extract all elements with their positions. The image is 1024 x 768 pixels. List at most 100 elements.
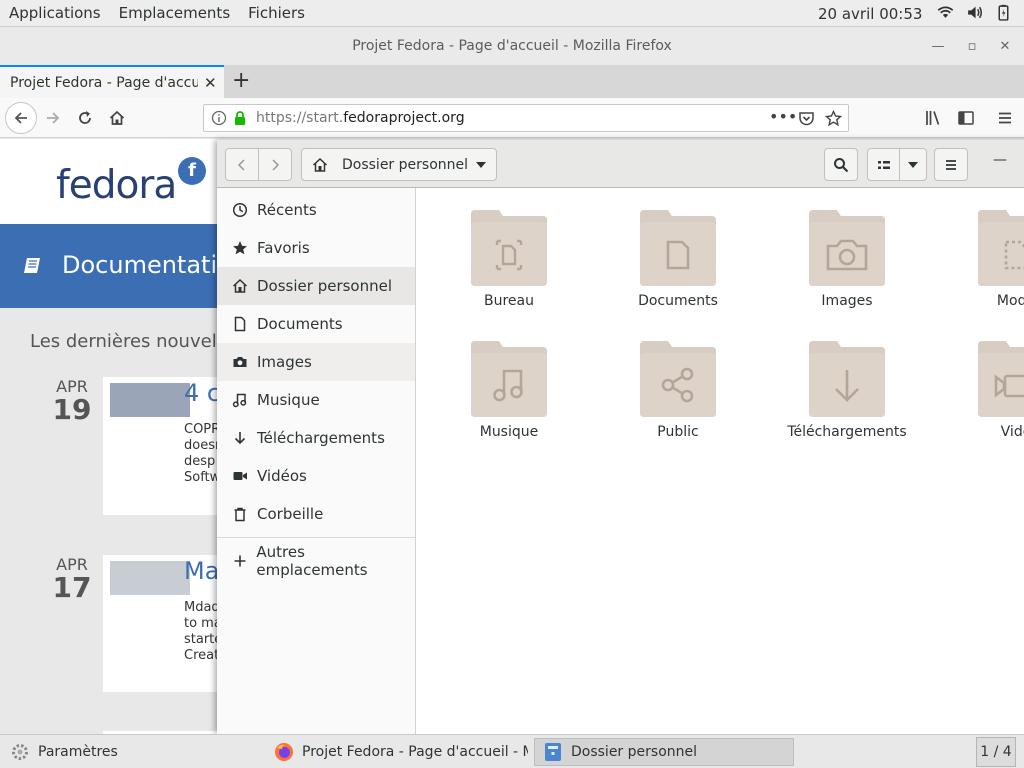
search-button[interactable] [824, 148, 858, 181]
path-bar-button[interactable]: Dossier personnel [301, 148, 497, 181]
home-button[interactable] [105, 106, 129, 130]
url-domain: fedoraproject.org [343, 110, 465, 126]
folder-item[interactable]: Vidé [931, 339, 1024, 459]
library-icon[interactable] [924, 109, 942, 127]
minimize-icon[interactable]: — [923, 28, 953, 65]
document-icon [234, 316, 246, 332]
view-options-button[interactable] [899, 148, 927, 181]
star-icon [233, 241, 247, 255]
sidebar-item-starred[interactable]: Favoris [217, 229, 415, 267]
fedora-infinity-icon: f [178, 157, 206, 185]
pictures-folder-icon [809, 210, 885, 286]
workspace-indicator[interactable]: 1 / 4 [976, 737, 1016, 767]
maximize-icon[interactable]: ▫ [957, 28, 987, 65]
task-label: Dossier personnel [571, 744, 698, 760]
folder-item[interactable]: Bureau [424, 208, 594, 328]
fedora-logo[interactable]: fedora [56, 163, 177, 208]
sidebar-toggle-icon[interactable] [957, 109, 975, 127]
task-files[interactable]: Dossier personnel [534, 738, 794, 766]
sidebar-item-music[interactable]: Musique [217, 381, 415, 419]
tab-fedora-start[interactable]: Projet Fedora - Page d'accueil ✕ [0, 65, 224, 98]
window-list-bar: Paramètres Projet Fedora - Page d'accuei… [0, 734, 1024, 768]
bookmark-star-icon[interactable] [825, 110, 842, 127]
video-icon [233, 472, 247, 480]
battery-icon [998, 4, 1009, 21]
folder-label: Images [821, 293, 873, 309]
folder-item[interactable]: Public [593, 339, 763, 459]
folder-item[interactable]: Images [762, 208, 932, 328]
wifi-icon [937, 6, 954, 18]
reload-icon [79, 111, 91, 124]
places-menu[interactable]: Emplacements [110, 4, 240, 22]
clock-icon [232, 202, 248, 218]
files-forward-button[interactable] [258, 148, 292, 181]
camera-icon [233, 357, 247, 367]
post-date: APR 19 [52, 377, 92, 424]
sidebar-item-label: Récents [257, 201, 317, 219]
task-firefox[interactable]: Projet Fedora - Page d'accueil - Mo... [266, 738, 528, 766]
system-status-area[interactable] [937, 4, 1012, 21]
url-bar[interactable]: https://start. fedoraproject.org ••• [203, 104, 849, 132]
sidebar-item-documents[interactable]: Documents [217, 305, 415, 343]
sidebar-item-trash[interactable]: Corbeille [217, 495, 415, 533]
back-button[interactable] [5, 102, 37, 134]
sidebar-separator [217, 537, 415, 538]
folder-label: Public [657, 424, 699, 440]
files-view: Bureau Documents Images Modè Musique Pub… [417, 188, 1024, 734]
post-title[interactable]: 4 c [184, 379, 220, 407]
folder-item[interactable]: Documents [593, 208, 763, 328]
url-prefix: https://start. [256, 110, 344, 126]
sidebar-item-label: Images [257, 353, 312, 371]
chevron-left-icon [237, 158, 245, 171]
applications-menu[interactable]: Applications [0, 4, 110, 22]
page-actions-icon[interactable]: ••• [769, 107, 797, 126]
reload-button[interactable] [73, 106, 97, 130]
task-settings[interactable]: Paramètres [2, 738, 260, 766]
volume-icon [968, 6, 983, 19]
sidebar-item-label: Vidéos [257, 467, 307, 485]
files-back-button[interactable] [225, 148, 259, 181]
folder-label: Documents [638, 293, 718, 309]
post-day: 19 [52, 393, 92, 426]
info-icon[interactable] [211, 110, 227, 126]
sidebar-item-home[interactable]: Dossier personnel [217, 267, 415, 305]
view-mode-button[interactable] [867, 148, 900, 181]
files-window: Dossier personnel — Récents Favoris Doss… [217, 140, 1024, 734]
chevron-down-icon [908, 161, 918, 168]
folder-item[interactable]: Musique [424, 339, 594, 459]
new-tab-icon[interactable]: + [232, 68, 250, 93]
app-menu-button[interactable] [934, 148, 968, 181]
folder-label: Modè [996, 293, 1024, 309]
post-title[interactable]: Ma [184, 557, 219, 585]
sidebar-item-downloads[interactable]: Téléchargements [217, 419, 415, 457]
sidebar-item-label: Favoris [257, 239, 310, 257]
download-icon [234, 432, 246, 445]
plus-icon [234, 555, 246, 567]
sidebar-item-images[interactable]: Images [217, 343, 415, 381]
home-icon [232, 278, 248, 293]
tab-close-icon[interactable]: ✕ [204, 74, 217, 92]
folder-label: Bureau [484, 293, 534, 309]
music-icon [232, 393, 247, 408]
search-icon [834, 157, 849, 172]
book-icon [24, 258, 40, 273]
lock-icon[interactable] [232, 110, 248, 126]
sidebar-item-label: Documents [257, 315, 343, 333]
files-minimize-icon[interactable]: — [993, 152, 1007, 168]
sidebar-item-other-locations[interactable]: Autres emplacements [217, 542, 415, 580]
sidebar-item-videos[interactable]: Vidéos [217, 457, 415, 495]
tab-label: Projet Fedora - Page d'accueil [10, 74, 198, 91]
pocket-icon[interactable] [798, 110, 815, 127]
files-menu[interactable]: Fichiers [239, 4, 314, 22]
sidebar-item-label: Dossier personnel [257, 277, 393, 295]
close-window-icon[interactable]: ✕ [990, 28, 1020, 65]
home-icon [109, 110, 125, 125]
folder-item[interactable]: Modè [931, 208, 1024, 328]
folder-item[interactable]: Téléchargements [762, 339, 932, 459]
sidebar-item-recent[interactable]: Récents [217, 191, 415, 229]
forward-button[interactable] [41, 106, 65, 130]
path-label: Dossier personnel [342, 156, 469, 173]
clock[interactable]: 20 avril 00:53 [818, 5, 922, 23]
hamburger-menu-icon[interactable] [996, 109, 1014, 127]
back-arrow-icon [14, 112, 27, 124]
